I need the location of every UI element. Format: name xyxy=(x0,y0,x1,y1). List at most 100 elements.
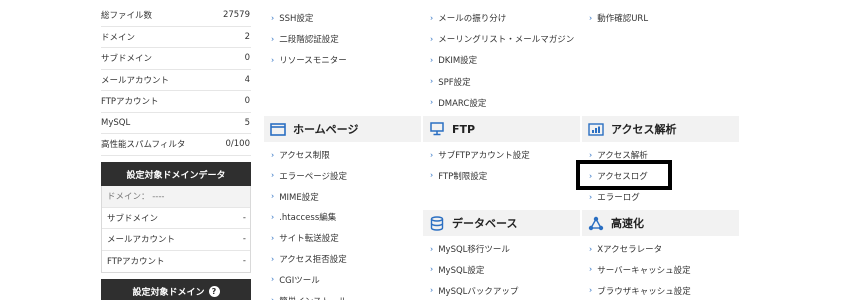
stat-label: メールアカウント xyxy=(101,75,170,86)
chevron-right-icon: › xyxy=(589,264,593,274)
sidebar: 総ファイル数 27579 ドメイン 2 サブドメイン 0 メールアカウント 4 FTPアカウント… xyxy=(101,0,251,300)
menu-link[interactable]: › MySQL設定 xyxy=(430,264,484,276)
menu-link-label: MySQL設定 xyxy=(438,265,485,276)
database-icon xyxy=(429,215,445,231)
stat-row: MySQL 5 xyxy=(101,113,251,134)
target-domain-data-body: ドメイン： ---- サブドメイン - メールアカウント - FTPアカウント - xyxy=(101,186,251,273)
chevron-right-icon: › xyxy=(271,191,275,201)
menu-link[interactable]: › SSH設定 xyxy=(271,12,313,24)
network-icon xyxy=(588,216,604,230)
menu-link-label: MIME設定 xyxy=(279,192,319,203)
menu-link[interactable]: › ブラウザキャッシュ設定 xyxy=(589,285,691,297)
chevron-right-icon: › xyxy=(430,285,434,295)
menu-link[interactable]: › MySQLバックアップ xyxy=(430,285,518,297)
menu-link[interactable]: › MIME設定 xyxy=(271,191,319,203)
target-domain-data-label: FTPアカウント xyxy=(107,257,165,268)
stat-label: 高性能スパムフィルタ xyxy=(101,140,186,151)
chevron-right-icon: › xyxy=(271,212,275,222)
menu-link-label: アクセス拒否設定 xyxy=(279,255,347,265)
menu-link[interactable]: › アクセス拒否設定 xyxy=(271,253,347,265)
menu-link-label: 動作確認URL xyxy=(597,14,649,24)
stat-value: 0 xyxy=(244,53,250,64)
menu-link[interactable]: › アクセス制限 xyxy=(271,149,330,161)
stats-list: 総ファイル数 27579 ドメイン 2 サブドメイン 0 メールアカウント 4 FTPアカウント… xyxy=(101,5,251,156)
stat-row: サブドメイン 0 xyxy=(101,48,251,70)
chevron-right-icon: › xyxy=(271,55,275,65)
menu-link-label: メールの振り分け xyxy=(438,14,507,24)
section-speed-title: 高速化 xyxy=(611,217,644,230)
menu-link-label: .htaccess編集 xyxy=(279,213,337,224)
menu-link[interactable]: › メーリングリスト・メールマガジン xyxy=(430,33,574,45)
menu-link[interactable]: › リソースモニター xyxy=(271,54,347,66)
chevron-right-icon: › xyxy=(589,13,593,22)
chevron-right-icon: › xyxy=(589,192,593,202)
chevron-right-icon: › xyxy=(589,150,593,159)
stat-value: 0/100 xyxy=(225,139,251,150)
chevron-right-icon: › xyxy=(271,34,275,44)
target-domain-data-title-text: 設定対象ドメインデータ xyxy=(126,170,226,181)
menu-link[interactable]: › メールの振り分け xyxy=(430,12,506,24)
menu-link[interactable]: › .htaccess編集 xyxy=(271,211,336,223)
stat-row: 高性能スパムフィルタ 0/100 xyxy=(101,134,251,156)
help-icon[interactable]: ? xyxy=(208,285,220,297)
menu-link[interactable]: › エラーページ設定 xyxy=(271,170,347,182)
menu-link[interactable]: › 動作確認URL xyxy=(589,12,648,24)
target-domain-data-title: 設定対象ドメインデータ xyxy=(101,162,251,186)
menu-link[interactable]: › サブFTPアカウント設定 xyxy=(430,149,530,161)
menu-link[interactable]: › DKIM設定 xyxy=(430,54,477,66)
target-domain-data-row: FTPアカウント - xyxy=(102,251,250,273)
menu-link[interactable]: › FTP制限設定 xyxy=(430,170,487,182)
menu-link-label: ブラウザキャッシュ設定 xyxy=(597,286,691,297)
menu-link[interactable]: › SPF設定 xyxy=(430,76,471,88)
menu-link-label: 二段階認証設定 xyxy=(279,35,339,46)
chevron-right-icon: › xyxy=(271,13,275,22)
stat-label: サブドメイン xyxy=(101,54,153,65)
menu-link-label: MySQLバックアップ xyxy=(438,286,519,297)
target-domain-data-value: - xyxy=(242,256,246,267)
menu-link-label: サーバーキャッシュ設定 xyxy=(597,265,691,276)
menu-link[interactable]: › サーバーキャッシュ設定 xyxy=(589,264,691,276)
menu-link-label: サイト転送設定 xyxy=(279,234,339,245)
menu-link[interactable]: › Xアクセラレータ xyxy=(589,243,662,255)
menu-link[interactable]: › エラーログ xyxy=(589,191,640,203)
chevron-right-icon: › xyxy=(271,170,275,180)
chevron-right-icon: › xyxy=(430,34,434,44)
chevron-right-icon: › xyxy=(430,55,434,65)
stat-row: ドメイン 2 xyxy=(101,27,251,48)
chevron-right-icon: › xyxy=(271,296,274,300)
target-domain-row: ドメイン： ---- xyxy=(102,186,250,208)
menu-grid: ホームページ › SSH設定 › 二段階認証設定 › リソースモニター › アクセス制限 › エラ… xyxy=(264,0,739,300)
target-domain-data-label: サブドメイン xyxy=(107,213,159,224)
target-domain-data-row: サブドメイン - xyxy=(102,208,250,229)
highlight-box xyxy=(576,160,672,190)
menu-link-label: アクセス制限 xyxy=(279,151,330,161)
stat-label: FTPアカウント xyxy=(101,97,159,108)
section-access-title: アクセス解析 xyxy=(611,123,677,136)
menu-link[interactable]: › サイト転送設定 xyxy=(271,232,339,244)
section-homepage-header: ホームページ xyxy=(264,116,421,142)
chevron-right-icon: › xyxy=(271,150,275,159)
menu-link[interactable]: › DMARC設定 xyxy=(430,97,486,109)
menu-link-label: 簡単インストール xyxy=(279,295,347,300)
menu-link[interactable]: › CGIツール xyxy=(271,274,320,286)
menu-column-3: アクセス解析 高速化 › 動作確認URL › アクセス解析 › アクセスログ › エラーログ ›… xyxy=(582,0,739,300)
target-domain-data-value: - xyxy=(242,212,246,223)
target-domain-data-box: 設定対象ドメインデータ ドメイン： ---- サブドメイン - メールアカウント - F… xyxy=(101,162,251,273)
chevron-right-icon: › xyxy=(430,170,434,180)
chevron-right-icon: › xyxy=(589,285,593,295)
chevron-right-icon: › xyxy=(430,244,434,253)
section-speed-header: 高速化 xyxy=(582,210,739,236)
stat-value: 5 xyxy=(244,117,250,128)
menu-link-label: サブFTPアカウント設定 xyxy=(438,151,530,161)
stat-value: 27579 xyxy=(222,10,250,21)
menu-link[interactable]: › 二段階認証設定 xyxy=(271,33,339,45)
menu-link[interactable]: › 簡単インストール xyxy=(271,295,347,300)
chevron-right-icon: › xyxy=(430,264,434,274)
menu-link[interactable]: › MySQL移行ツール xyxy=(430,243,510,255)
stat-label: 総ファイル数 xyxy=(101,11,153,22)
menu-link-label: エラーページ設定 xyxy=(279,171,348,182)
chevron-right-icon: › xyxy=(430,76,434,86)
chevron-right-icon: › xyxy=(271,254,275,263)
menu-link-label: エラーログ xyxy=(597,193,640,204)
menu-link-label: メーリングリスト・メールマガジン xyxy=(438,35,575,46)
